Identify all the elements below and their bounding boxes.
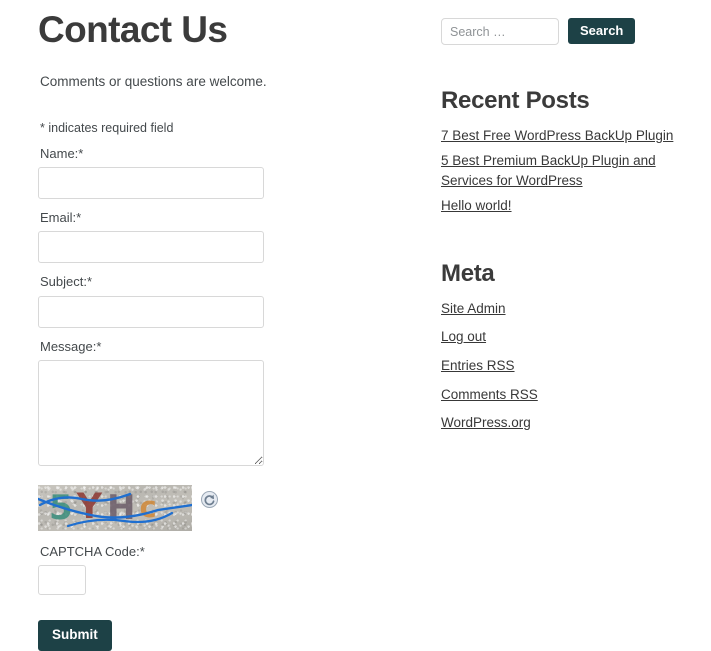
widget-recent-posts: Recent Posts 7 Best Free WordPress BackU… xyxy=(441,87,699,216)
field-email: Email:* xyxy=(38,210,408,264)
list-item: Log out xyxy=(441,327,699,347)
list-item: WordPress.org xyxy=(441,413,699,433)
recent-posts-list: 7 Best Free WordPress BackUp Plugin 5 Be… xyxy=(441,126,699,216)
message-textarea[interactable] xyxy=(38,359,264,466)
email-input[interactable] xyxy=(38,231,264,264)
meta-link-wordpress-org[interactable]: WordPress.org xyxy=(441,415,531,430)
list-item: Entries RSS xyxy=(441,356,699,376)
page-title: Contact Us xyxy=(38,9,228,50)
subject-label: Subject:* xyxy=(40,274,93,290)
recent-post-link-3[interactable]: Hello world! xyxy=(441,198,512,213)
subject-input[interactable] xyxy=(38,295,264,328)
widget-meta: Meta Site Admin Log out Entries RSS Comm… xyxy=(441,260,699,433)
message-label: Message:* xyxy=(40,338,102,354)
captcha-image: 5 Y H c xyxy=(38,484,192,531)
meta-link-entries-rss[interactable]: Entries RSS xyxy=(441,358,515,373)
meta-list: Site Admin Log out Entries RSS Comments … xyxy=(441,299,699,433)
list-item: Comments RSS xyxy=(441,385,699,405)
sidebar: Search Recent Posts 7 Best Free WordPres… xyxy=(441,18,699,442)
contact-form: Name:* Email:* Subject:* Message:* 5 Y H… xyxy=(38,146,408,651)
name-input[interactable] xyxy=(38,167,264,200)
contact-form-column: Contact Us Comments or questions are wel… xyxy=(38,0,408,651)
field-subject: Subject:* xyxy=(38,274,408,328)
meta-link-comments-rss[interactable]: Comments RSS xyxy=(441,387,538,402)
captcha-code-label: CAPTCHA Code:* xyxy=(40,543,145,559)
recent-post-link-2[interactable]: 5 Best Premium BackUp Plugin and Service… xyxy=(441,153,656,188)
captcha-row: 5 Y H c xyxy=(38,484,408,531)
recent-post-link-1[interactable]: 7 Best Free WordPress BackUp Plugin xyxy=(441,128,673,143)
list-item: Hello world! xyxy=(441,196,699,216)
list-item: Site Admin xyxy=(441,299,699,319)
list-item: 5 Best Premium BackUp Plugin and Service… xyxy=(441,151,699,190)
captcha-characters: 5 Y H c xyxy=(38,485,192,531)
name-label: Name:* xyxy=(40,145,84,161)
captcha-char-4: c xyxy=(139,490,157,525)
meta-link-site-admin[interactable]: Site Admin xyxy=(441,301,506,316)
search-widget: Search xyxy=(441,18,699,45)
refresh-icon[interactable] xyxy=(201,490,218,508)
required-field-note: * indicates required field xyxy=(40,120,174,135)
captcha-char-3: H xyxy=(107,487,136,528)
captcha-code-input[interactable] xyxy=(38,565,86,596)
list-item: 7 Best Free WordPress BackUp Plugin xyxy=(441,126,699,146)
meta-title: Meta xyxy=(441,260,495,288)
page-wrapper: Contact Us Comments or questions are wel… xyxy=(0,0,711,651)
email-label: Email:* xyxy=(40,210,82,226)
captcha-char-2: Y xyxy=(76,487,103,528)
field-name: Name:* xyxy=(38,145,408,200)
field-captcha-code: CAPTCHA Code:* xyxy=(38,543,408,596)
meta-link-log-out[interactable]: Log out xyxy=(441,329,486,344)
search-input[interactable] xyxy=(441,18,559,45)
submit-button[interactable]: Submit xyxy=(38,620,112,651)
field-message: Message:* xyxy=(38,339,408,466)
captcha-char-1: 5 xyxy=(49,487,73,528)
recent-posts-title: Recent Posts xyxy=(441,87,590,114)
search-button[interactable]: Search xyxy=(568,18,636,44)
intro-text: Comments or questions are welcome. xyxy=(40,73,267,89)
